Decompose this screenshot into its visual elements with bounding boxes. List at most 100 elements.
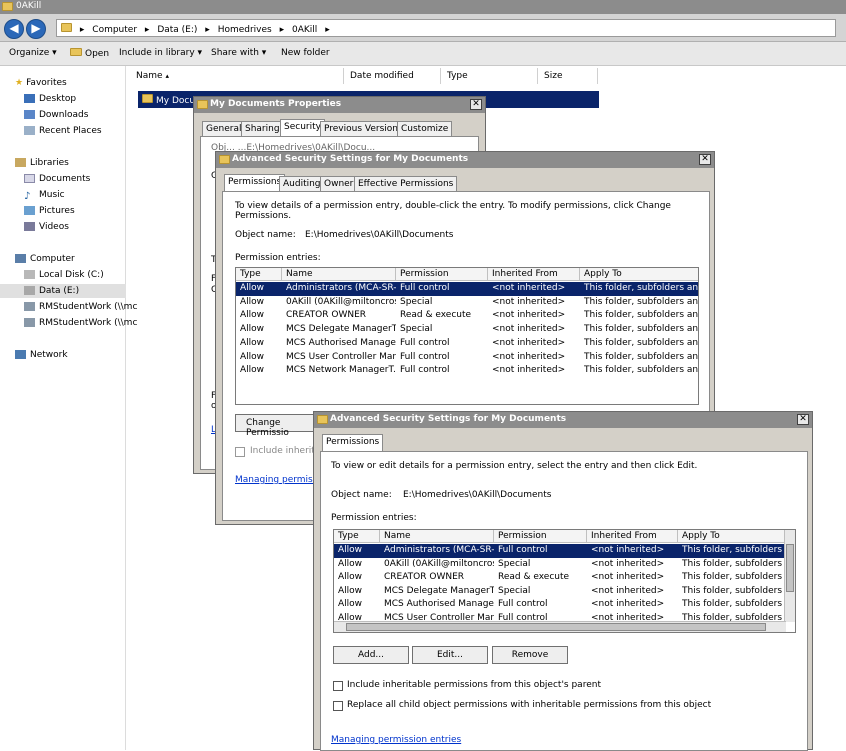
close-icon[interactable]: ✕ [797, 414, 809, 425]
tab-effective-permissions[interactable]: Effective Permissions [354, 176, 458, 191]
tab-owner[interactable]: Owner [320, 176, 358, 191]
column-date-modified[interactable]: Date modified [344, 68, 441, 84]
remove-button[interactable]: Remove [492, 646, 568, 664]
breadcrumb-data-e[interactable]: Data (E:) [157, 25, 197, 35]
object-name-value: E:\Homedrives\0AKill\Documents [305, 230, 454, 240]
nav-downloads[interactable]: Downloads [24, 108, 88, 122]
nav-local-disk-c[interactable]: Local Disk (C:) [24, 268, 104, 282]
include-in-library-button[interactable]: Include in library ▾ [119, 48, 202, 58]
permission-row[interactable]: Allow Administrators (MCA-SR-... Full cont… [334, 544, 786, 558]
replace-child-permissions-checkbox[interactable] [333, 701, 343, 711]
permission-row[interactable]: Allow MCS Authorised Manager... Full contr… [236, 337, 698, 351]
tab-security[interactable]: Security [280, 119, 325, 136]
organize-button[interactable]: Organize ▾ [9, 48, 57, 58]
tab-permissions[interactable]: Permissions [322, 434, 384, 451]
col-apply-to[interactable]: Apply To [678, 530, 786, 543]
nav-network[interactable]: Network [15, 348, 68, 362]
horizontal-scrollbar[interactable] [334, 621, 786, 632]
tab-previous-versions[interactable]: Previous Versions [320, 121, 407, 136]
col-apply-to[interactable]: Apply To [580, 268, 698, 281]
nav-favorites[interactable]: ★ Favorites [15, 76, 67, 90]
col-type[interactable]: Type [236, 268, 282, 281]
scrollbar-thumb[interactable] [786, 544, 794, 592]
forward-button[interactable]: ▶ [26, 19, 46, 39]
column-type[interactable]: Type [441, 68, 538, 84]
permission-row[interactable]: Allow CREATOR OWNER Read & execute <not inh… [334, 571, 786, 585]
include-inheritable-checkbox[interactable] [333, 681, 343, 691]
add-button[interactable]: Add... [333, 646, 409, 664]
tab-auditing[interactable]: Auditing [279, 176, 325, 191]
music-icon: ♪ [24, 191, 31, 202]
permission-row[interactable]: Allow MCS Authorised Manage... Full contro… [334, 598, 786, 612]
permission-entries-list-2[interactable]: Type Name Permission Inherited From Appl… [333, 529, 796, 633]
col-inherited-from[interactable]: Inherited From [488, 268, 580, 281]
breadcrumb-homedrives[interactable]: Homedrives [218, 25, 272, 35]
nav-videos[interactable]: Videos [24, 220, 69, 234]
scrollbar-thumb[interactable] [346, 623, 766, 631]
col-inherited-from[interactable]: Inherited From [587, 530, 678, 543]
include-inheritable-checkbox[interactable] [235, 447, 245, 457]
cell-inherited-from: <not inherited> [492, 310, 566, 321]
breadcrumb-computer[interactable]: Computer [92, 25, 137, 35]
permission-row[interactable]: Allow MCS User Controller Man... Full cont… [236, 351, 698, 365]
nav-rmstudentwork-2[interactable]: RMStudentWork (\\mc [24, 316, 137, 330]
close-icon[interactable]: ✕ [470, 99, 482, 110]
cell-name: MCS Authorised Manager... [286, 337, 396, 348]
navigation-pane: ★ Favorites Desktop Downloads Recent Plac… [0, 66, 137, 750]
cell-apply-to: This folder, subfolders and... [584, 337, 698, 348]
nav-recent-places[interactable]: Recent Places [24, 124, 102, 138]
permission-row[interactable]: Allow MCS Delegate ManagerT... Special <not… [236, 323, 698, 337]
managing-permissions-link-2[interactable]: Managing permission entries [331, 735, 461, 745]
cell-name: 0AKill (0AKill@miltoncross... [286, 296, 396, 307]
cell-type: Allow [240, 283, 265, 293]
permission-entries-list-1[interactable]: Type Name Permission Inherited From Appl… [235, 267, 699, 405]
col-permission[interactable]: Permission [494, 530, 587, 543]
permission-row[interactable]: Allow 0AKill (0AKill@miltoncros... Special… [334, 558, 786, 572]
tab-sharing[interactable]: Sharing [241, 121, 284, 136]
tab-permissions[interactable]: Permissions [224, 174, 286, 191]
nav-data-e[interactable]: Data (E:) [0, 284, 126, 298]
col-permission[interactable]: Permission [396, 268, 488, 281]
share-with-button[interactable]: Share with ▾ [211, 48, 266, 58]
nav-libraries[interactable]: Libraries [15, 156, 69, 170]
col-type[interactable]: Type [334, 530, 380, 543]
cell-inherited-from: <not inherited> [591, 585, 665, 596]
nav-music[interactable]: ♪ Music [24, 188, 65, 202]
permission-row[interactable]: Allow MCS Delegate ManagerT... Special <not… [334, 585, 786, 599]
tab-general[interactable]: General [202, 121, 246, 136]
cell-permission: Full control [400, 283, 450, 293]
permission-row[interactable]: Allow CREATOR OWNER Read & execute <not inh… [236, 309, 698, 323]
nav-desktop[interactable]: Desktop [24, 92, 76, 106]
back-button[interactable]: ◀ [4, 19, 24, 39]
nav-rmstudentwork-1[interactable]: RMStudentWork (\\mc [24, 300, 137, 314]
col-name[interactable]: Name [380, 530, 494, 543]
vertical-scrollbar[interactable] [784, 530, 795, 622]
cell-type: Allow [338, 572, 363, 583]
cell-apply-to: This folder, subfolders and... [584, 365, 698, 376]
tab-customize[interactable]: Customize [397, 121, 453, 136]
nav-documents[interactable]: Documents [24, 172, 90, 186]
nav-computer[interactable]: Computer [15, 252, 75, 266]
cell-inherited-from: <not inherited> [591, 558, 665, 569]
cell-type: Allow [338, 558, 363, 569]
nav-pictures[interactable]: Pictures [24, 204, 75, 218]
cell-type: Allow [240, 296, 265, 307]
object-name-value: E:\Homedrives\0AKill\Documents [403, 490, 552, 500]
computer-icon [15, 254, 26, 263]
permission-row[interactable]: Allow MCS Network ManagerT... Full control… [236, 364, 698, 378]
col-name[interactable]: Name [282, 268, 396, 281]
column-size[interactable]: Size [538, 68, 598, 84]
permission-row[interactable]: Allow Administrators (MCA-SR-F... Full con… [236, 282, 698, 296]
open-button[interactable]: Open [70, 48, 109, 59]
permission-row[interactable]: Allow 0AKill (0AKill@miltoncross... Specia… [236, 296, 698, 310]
close-icon[interactable]: ✕ [699, 154, 711, 165]
address-bar-area: ◀ ▶ ▸ Computer ▸ Data (E:) ▸ Homedrives … [0, 14, 846, 42]
downloads-icon [24, 110, 35, 119]
breadcrumb-0akill[interactable]: 0AKill [292, 25, 317, 35]
breadcrumb[interactable]: ▸ Computer ▸ Data (E:) ▸ Homedrives ▸ 0A… [56, 19, 836, 37]
new-folder-button[interactable]: New folder [281, 48, 330, 58]
change-permissions-button[interactable]: Change Permissio [235, 414, 315, 438]
cell-name: Administrators (MCA-SR-... [384, 545, 494, 555]
column-name[interactable]: Name ▴ [130, 68, 344, 84]
edit-button[interactable]: Edit... [412, 646, 488, 664]
